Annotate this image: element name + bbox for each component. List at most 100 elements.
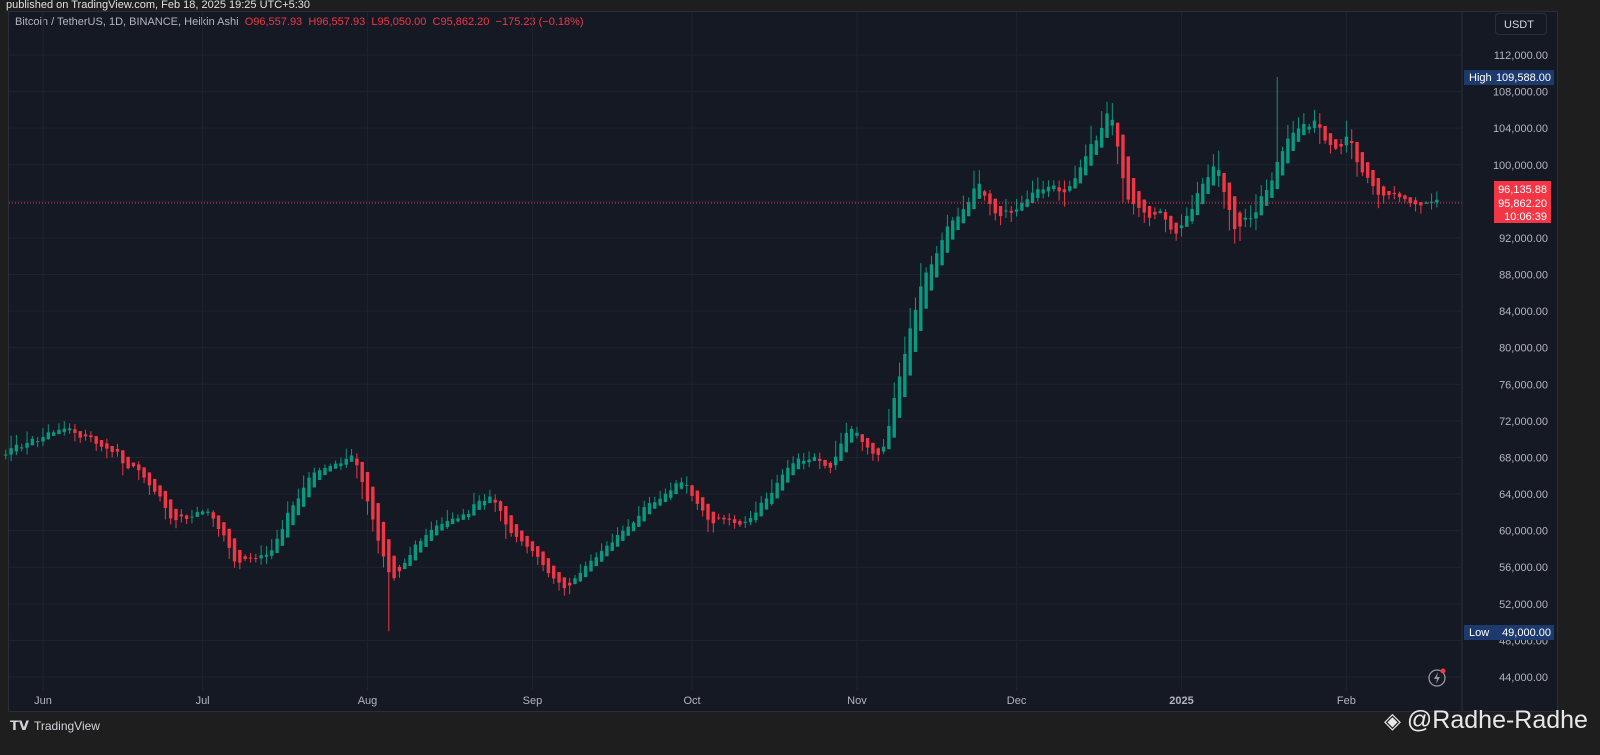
- candle: [525, 535, 529, 554]
- candle-body: [1105, 113, 1109, 138]
- candle-body: [1318, 124, 1322, 128]
- candle: [732, 515, 737, 529]
- candle-body: [653, 502, 657, 509]
- candle: [270, 539, 274, 560]
- candle-body: [647, 503, 652, 515]
- candle: [200, 509, 205, 516]
- candle-body: [743, 521, 747, 523]
- candle-body: [1371, 170, 1375, 187]
- candle: [1254, 194, 1258, 231]
- candle-body: [988, 193, 992, 204]
- candle-body: [137, 464, 141, 471]
- candle-body: [184, 515, 189, 519]
- candle-body: [296, 498, 301, 516]
- candle-body: [642, 507, 646, 522]
- candle: [1025, 190, 1029, 208]
- candle: [1158, 208, 1162, 214]
- candle: [977, 170, 982, 199]
- candle-body: [434, 525, 439, 536]
- y-tick-label: 80,000.00: [1499, 343, 1548, 355]
- candle: [110, 446, 114, 458]
- candle: [849, 425, 854, 443]
- candle: [573, 574, 577, 585]
- candle-body: [232, 538, 237, 562]
- candle: [168, 499, 173, 525]
- candle: [99, 440, 104, 452]
- candle-body: [1280, 151, 1285, 176]
- candle: [1392, 185, 1396, 200]
- candle: [190, 509, 194, 524]
- candle: [786, 459, 790, 483]
- candle-body: [216, 515, 221, 530]
- candle-body: [1307, 126, 1311, 130]
- candle: [860, 434, 864, 452]
- candle: [690, 485, 694, 502]
- candle-body: [786, 467, 790, 483]
- candle-body: [1243, 217, 1248, 220]
- y-tick-label: 52,000.00: [1499, 599, 1548, 611]
- candle-body: [105, 443, 109, 449]
- candle-body: [1339, 143, 1343, 147]
- candle-body: [759, 502, 763, 517]
- high-value: 109,588.00: [1496, 72, 1551, 84]
- candle-body: [583, 565, 588, 578]
- price-chart[interactable]: 112,000.00 108,000.00 104,000.00 100,000.00…: [0, 0, 1600, 755]
- candle: [184, 514, 189, 525]
- candle-body: [887, 426, 891, 450]
- candle-body: [174, 508, 178, 521]
- candle-body: [466, 513, 471, 518]
- candle-body: [796, 458, 801, 470]
- tradingview-brand[interactable]: 𝗧𝗩 TradingView: [10, 718, 100, 734]
- candle-body: [998, 206, 1003, 217]
- candle: [1259, 185, 1263, 216]
- candle: [669, 482, 673, 501]
- candle-body: [1078, 167, 1083, 184]
- candle-body: [855, 432, 859, 436]
- candle: [259, 545, 263, 565]
- low-label: Low: [1469, 627, 1489, 639]
- candle-body: [142, 467, 146, 478]
- y-tick-label: 68,000.00: [1499, 452, 1548, 464]
- candle: [791, 456, 795, 476]
- candle: [286, 501, 290, 538]
- candle-body: [685, 484, 689, 486]
- candle: [456, 514, 460, 523]
- brand-label: TradingView: [33, 719, 100, 733]
- candle: [637, 505, 641, 527]
- candle-body: [897, 376, 902, 418]
- candle-body: [397, 566, 402, 572]
- candle: [89, 431, 93, 443]
- candle-body: [961, 209, 966, 224]
- candle-body: [1413, 200, 1418, 205]
- candle: [929, 255, 934, 291]
- candle-body: [190, 516, 194, 518]
- candle-body: [732, 519, 737, 523]
- tradingview-logo-icon: 𝗧𝗩: [10, 718, 29, 733]
- candle-body: [1115, 122, 1120, 147]
- y-tick-label: 100,000.00: [1493, 160, 1548, 172]
- candle: [1137, 191, 1141, 218]
- candle: [115, 443, 120, 457]
- candle: [807, 451, 811, 468]
- candle-body: [147, 472, 152, 486]
- candle: [142, 467, 146, 484]
- candle-body: [919, 286, 923, 331]
- candle-body: [286, 512, 290, 538]
- candle-body: [977, 183, 982, 199]
- candle-body: [195, 511, 199, 517]
- candle: [1153, 207, 1157, 220]
- candle: [211, 510, 215, 527]
- candle-body: [371, 486, 375, 520]
- candle: [1419, 201, 1423, 214]
- candle: [280, 520, 285, 546]
- y-tick-label: 60,000.00: [1499, 526, 1548, 538]
- candle-body: [1286, 138, 1290, 164]
- candle-body: [844, 432, 849, 453]
- candle: [179, 508, 184, 523]
- candle: [1115, 122, 1120, 165]
- candle-body: [881, 446, 886, 452]
- candle-body: [1397, 193, 1402, 198]
- candle: [1270, 172, 1274, 198]
- candle: [482, 494, 487, 510]
- candle: [1227, 182, 1232, 231]
